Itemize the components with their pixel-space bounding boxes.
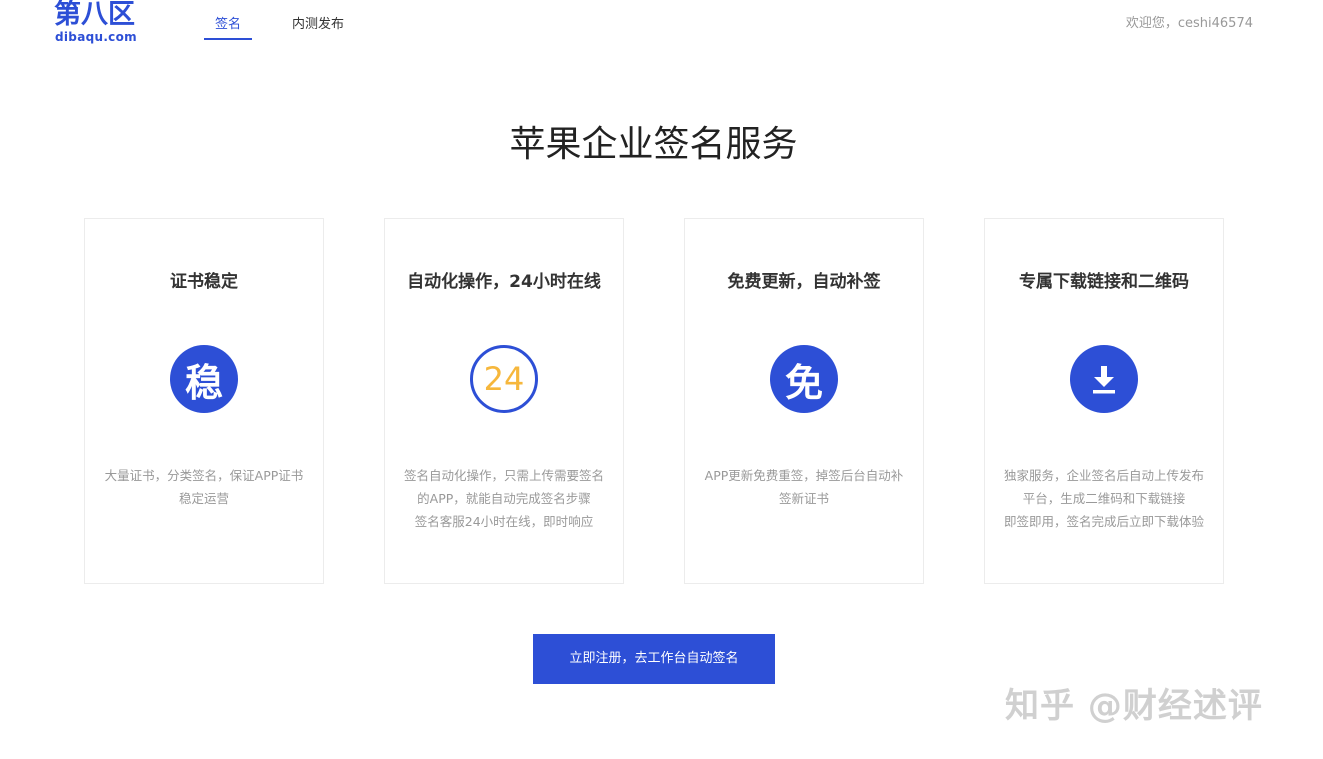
stable-icon-glyph: 稳 bbox=[184, 360, 223, 405]
download-icon bbox=[1070, 345, 1138, 413]
feature-card-description: 大量证书，分类签名，保证APP证书 稳定运营 bbox=[97, 464, 311, 510]
description-line: 即签即用，签名完成后立即下载体验 bbox=[1003, 514, 1204, 529]
feature-card-description: 签名自动化操作，只需上传需要签名 的APP，就能自动完成签名步骤 签名客服24小… bbox=[397, 464, 611, 533]
feature-card-free-update: 免费更新，自动补签 免 APP更新免费重签，掉签后台自动补 签新证书 bbox=[684, 218, 924, 584]
description-line: 稳定运营 bbox=[178, 491, 229, 506]
description-line: 独家服务，企业签名后自动上传发布 bbox=[1003, 468, 1204, 483]
feature-card-title: 证书稳定 bbox=[170, 272, 238, 292]
24-hours-icon: 24 bbox=[470, 345, 538, 413]
feature-card-title: 自动化操作，24小时在线 bbox=[407, 272, 601, 292]
nav-item-beta-release[interactable]: 内测发布 bbox=[292, 16, 344, 34]
register-cta-button[interactable]: 立即注册，去工作台自动签名 bbox=[533, 634, 775, 684]
nav-item-sign[interactable]: 签名 bbox=[204, 16, 252, 34]
free-icon: 免 bbox=[770, 345, 838, 413]
nav-active-indicator bbox=[204, 38, 252, 40]
description-line: 签新证书 bbox=[778, 491, 829, 506]
description-line: 签名自动化操作，只需上传需要签名 bbox=[403, 468, 604, 483]
feature-card-automation: 自动化操作，24小时在线 24 签名自动化操作，只需上传需要签名 的APP，就能… bbox=[384, 218, 624, 584]
description-line: 大量证书，分类签名，保证APP证书 bbox=[104, 468, 304, 483]
description-line: 的APP，就能自动完成签名步骤 bbox=[417, 491, 591, 506]
feature-card-title: 免费更新，自动补签 bbox=[727, 272, 881, 292]
welcome-user[interactable]: 欢迎您，ceshi46574 bbox=[1126, 15, 1253, 33]
logo-text: 第八区 bbox=[54, 0, 135, 30]
feature-card-title: 专属下载链接和二维码 bbox=[1019, 272, 1189, 292]
description-line: 签名客服24小时在线，即时响应 bbox=[414, 514, 594, 529]
page-title: 苹果企业签名服务 bbox=[509, 124, 798, 165]
feature-card-description: 独家服务，企业签名后自动上传发布 平台，生成二维码和下载链接 即签即用，签名完成… bbox=[997, 464, 1211, 533]
logo[interactable]: 第八区 dibaqu.com bbox=[54, 0, 144, 46]
24-hours-icon-glyph: 24 bbox=[483, 360, 525, 398]
watermark: 知乎 @财经述评 bbox=[1005, 686, 1263, 726]
feature-card-stable: 证书稳定 稳 大量证书，分类签名，保证APP证书 稳定运营 bbox=[84, 218, 324, 584]
description-line: APP更新免费重签，掉签后台自动补 bbox=[704, 468, 904, 483]
logo-domain: dibaqu.com bbox=[55, 30, 137, 44]
feature-card-description: APP更新免费重签，掉签后台自动补 签新证书 bbox=[697, 464, 911, 510]
free-icon-glyph: 免 bbox=[784, 360, 823, 405]
description-line: 平台，生成二维码和下载链接 bbox=[1022, 491, 1186, 506]
stable-icon: 稳 bbox=[170, 345, 238, 413]
feature-card-download-link: 专属下载链接和二维码 独家服务，企业签名后自动上传发布 平台，生成二维码和下载链… bbox=[984, 218, 1224, 584]
download-icon-svg bbox=[1093, 366, 1115, 394]
